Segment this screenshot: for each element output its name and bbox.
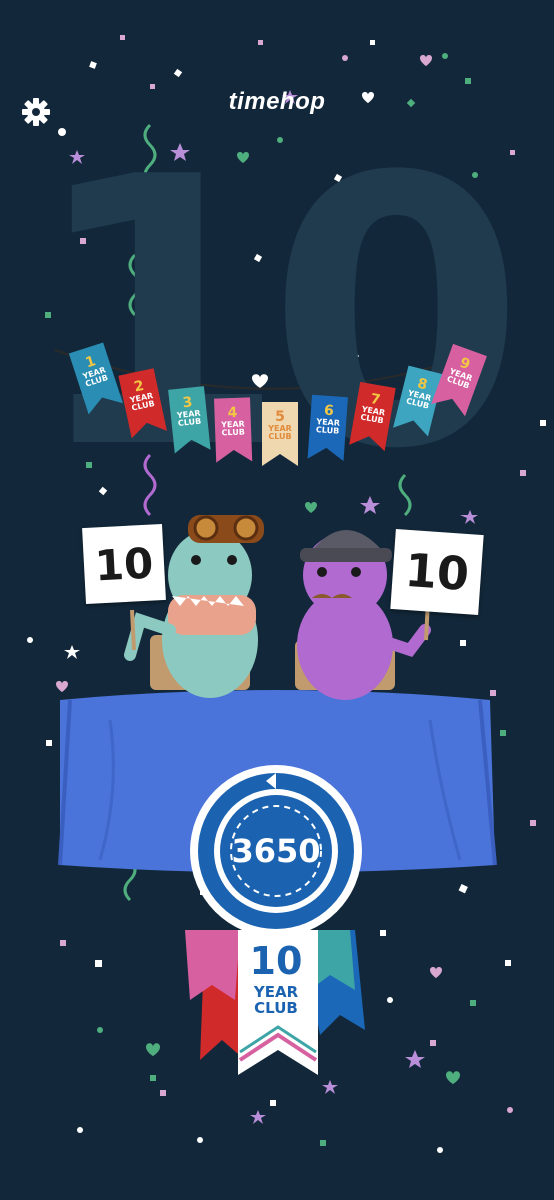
timehop-logo: timehop bbox=[228, 88, 326, 115]
club-line2: CLUB bbox=[254, 999, 298, 1017]
medal-count: 3650 bbox=[231, 832, 321, 870]
banner-flag-label: 3 YEAR CLUB bbox=[169, 394, 208, 429]
club-number: 10 bbox=[249, 939, 303, 983]
banner-flag-label: 6 YEAR CLUB bbox=[309, 403, 347, 436]
banner-flag-line2: CLUB bbox=[315, 425, 340, 436]
club-label: YEAR CLUB bbox=[236, 984, 316, 1016]
banner-flag-label: 5 YEAR CLUB bbox=[262, 410, 298, 441]
right-judge-sign: 10 bbox=[390, 529, 484, 615]
banner-flag-line2: CLUB bbox=[221, 427, 245, 438]
banner-flag-number: 5 bbox=[275, 409, 285, 425]
right-sign-score: 10 bbox=[403, 542, 471, 602]
left-sign-score: 10 bbox=[93, 538, 155, 590]
banner-flag-label: 7 YEAR CLUB bbox=[354, 390, 395, 427]
left-judge-sign: 10 bbox=[82, 523, 166, 605]
banner-flag-label: 4 YEAR CLUB bbox=[214, 405, 251, 438]
banner-flag-line2: CLUB bbox=[268, 432, 292, 441]
